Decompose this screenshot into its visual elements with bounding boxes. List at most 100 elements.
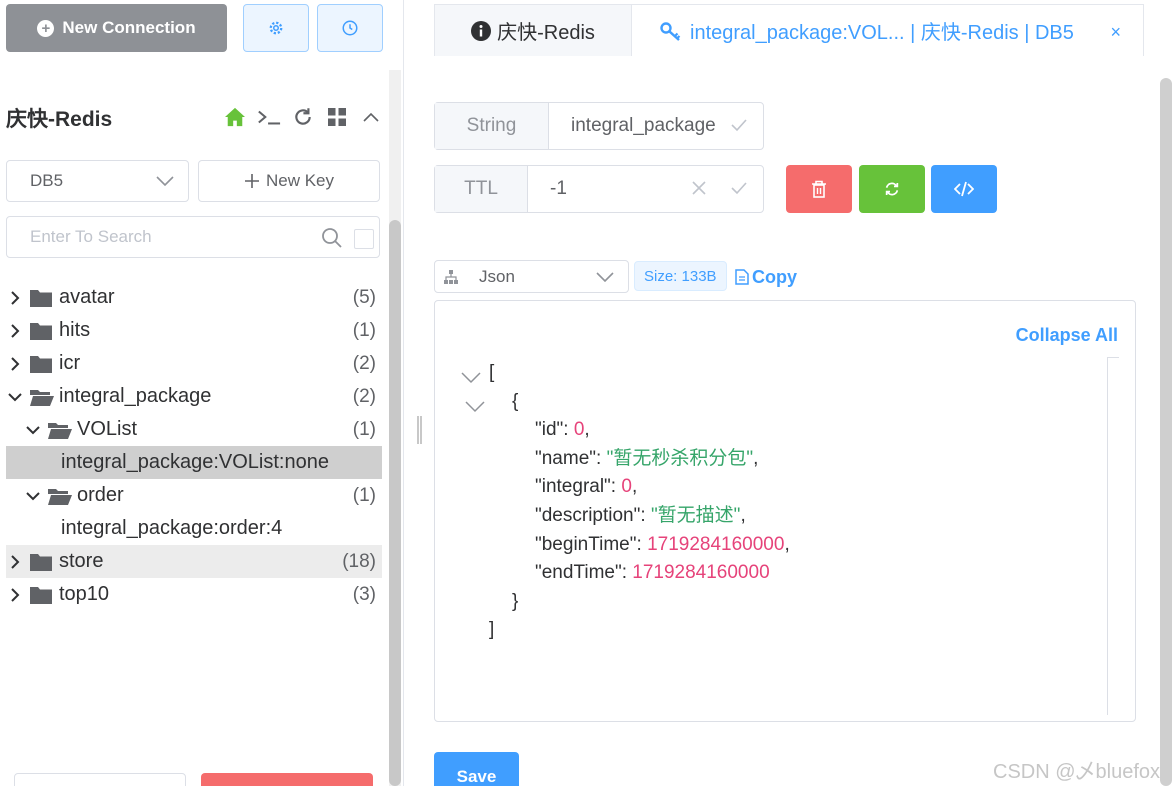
tree-item-count: (18)	[342, 550, 376, 572]
history-button[interactable]	[317, 4, 383, 52]
terminal-icon[interactable]	[257, 104, 281, 130]
tree-item-count: (1)	[352, 319, 376, 341]
editor-ruler	[1107, 357, 1108, 715]
trash-icon	[812, 180, 826, 198]
size-badge: Size: 133B	[634, 261, 727, 291]
tree-folder-item[interactable]: avatar (5)	[6, 281, 382, 314]
tree-folder-item[interactable]: icr (2)	[6, 347, 382, 380]
check-icon[interactable]	[731, 180, 747, 196]
refresh-key-button[interactable]	[859, 165, 925, 213]
detail-scrollbar[interactable]	[1160, 78, 1172, 786]
json-token: ]	[489, 619, 495, 641]
tree-key-item[interactable]: integral_package:order:4	[6, 512, 382, 545]
tree-key-item[interactable]: integral_package:VOList:none	[6, 446, 382, 479]
key-name-input[interactable]: integral_package	[549, 103, 763, 149]
chevron-up-icon[interactable]	[359, 104, 383, 130]
key-search-input[interactable]	[30, 227, 310, 247]
tree-item-count: (2)	[352, 385, 376, 407]
json-token: "endTime":	[535, 562, 633, 584]
tree-item-label: order	[77, 484, 124, 506]
json-token: }	[512, 590, 519, 612]
tree-folder-item[interactable]: top10 (3)	[6, 578, 382, 611]
tree-item-count: (2)	[352, 352, 376, 374]
json-token: [	[489, 362, 495, 383]
load-all-button[interactable]	[201, 773, 373, 786]
chevron-down-icon[interactable]	[6, 388, 24, 406]
chevron-right-icon[interactable]	[6, 553, 24, 571]
settings-button[interactable]	[243, 4, 309, 52]
chevron-right-icon[interactable]	[6, 322, 24, 340]
search-icon[interactable]	[321, 227, 343, 249]
tree-item-count: (3)	[352, 583, 376, 605]
folder-open-icon	[29, 387, 55, 407]
chevron-down-icon[interactable]	[24, 421, 42, 439]
db-select[interactable]: DB5	[6, 160, 189, 202]
tab-connection-info[interactable]: 庆快-Redis	[434, 4, 632, 56]
gear-icon	[269, 21, 283, 35]
tab-key-detail[interactable]: integral_package:VOL... | 庆快-Redis | DB5…	[632, 4, 1144, 56]
tree-folder-item[interactable]: store (18)	[6, 545, 382, 578]
tree-folder-item[interactable]: VOList (1)	[6, 413, 382, 446]
refresh-icon	[885, 182, 899, 196]
key-type-label: String	[435, 103, 549, 149]
chevron-right-icon[interactable]	[6, 355, 24, 373]
collapse-all-button[interactable]: Collapse All	[1016, 325, 1118, 346]
refresh-icon[interactable]	[291, 104, 315, 130]
fold-toggle-icon[interactable]	[465, 394, 485, 423]
json-number: 0	[621, 476, 632, 498]
tree-folder-item[interactable]: integral_package (2)	[6, 380, 382, 413]
ttl-input[interactable]: -1	[528, 166, 763, 212]
format-select[interactable]: Json	[434, 260, 629, 293]
chevron-right-icon[interactable]	[6, 289, 24, 307]
tree-item-count: (5)	[352, 286, 376, 308]
chevron-down-icon	[156, 176, 174, 186]
key-icon	[660, 21, 681, 41]
key-name-field: String integral_package	[434, 102, 764, 150]
json-editor[interactable]: Collapse All [{"id": 0, "name": "暂无秒杀积分包"…	[434, 300, 1136, 722]
folder-icon	[29, 354, 55, 374]
load-more-button[interactable]	[14, 773, 186, 786]
delete-key-button[interactable]	[786, 165, 852, 213]
tree-item-count: (1)	[352, 418, 376, 440]
tab-key-detail-label: integral_package:VOL... | 庆快-Redis | DB5	[690, 22, 1074, 44]
tree-item-label: integral_package:order:4	[61, 517, 283, 539]
connection-sidebar: + New Connection 庆快-Redis DB5 New Key En…	[0, 0, 404, 786]
json-token: "beginTime":	[535, 533, 648, 555]
new-connection-label: New Connection	[62, 18, 196, 37]
check-icon[interactable]	[731, 117, 747, 133]
clear-icon[interactable]	[691, 180, 707, 196]
tab-bar: 庆快-Redis integral_package:VOL... | 庆快-Re…	[434, 4, 1144, 56]
tree-item-label: avatar	[59, 286, 115, 308]
json-token: "id":	[535, 419, 574, 441]
grid-icon[interactable]	[325, 104, 349, 130]
new-connection-button[interactable]: + New Connection	[6, 4, 227, 52]
save-button[interactable]: Save	[434, 752, 519, 786]
plus-circle-icon: +	[37, 19, 55, 37]
json-token: {	[512, 390, 519, 412]
watermark: CSDN @乄bluefox	[993, 761, 1161, 783]
tab-connection-info-label: 庆快-Redis	[497, 22, 595, 44]
copy-button[interactable]: Copy	[735, 263, 797, 291]
tree-folder-item[interactable]: order (1)	[6, 479, 382, 512]
sidebar-scrollbar-thumb[interactable]	[389, 220, 401, 786]
folder-icon	[29, 552, 55, 572]
json-string: "暂无描述"	[650, 504, 741, 526]
json-number: 1719284160000	[632, 562, 770, 584]
home-icon[interactable]	[223, 104, 247, 130]
chevron-right-icon[interactable]	[6, 586, 24, 604]
connection-title: 庆快-Redis	[6, 108, 113, 131]
key-detail-panel: 庆快-Redis integral_package:VOL... | 庆快-Re…	[404, 0, 1174, 786]
close-icon[interactable]: ×	[1110, 22, 1121, 43]
tree-folder-item[interactable]: hits (1)	[6, 314, 382, 347]
view-code-button[interactable]	[931, 165, 997, 213]
json-token: "integral":	[535, 476, 622, 498]
format-select-value: Json	[479, 266, 515, 286]
fold-toggle-icon[interactable]	[461, 365, 481, 394]
folder-icon	[29, 321, 55, 341]
chevron-down-icon[interactable]	[24, 487, 42, 505]
key-tree: avatar (5) hits (1) icr (2) integral_package (2…	[6, 281, 382, 611]
exact-search-checkbox[interactable]	[354, 229, 374, 249]
key-search	[6, 216, 380, 258]
tree-item-label: icr	[59, 352, 81, 374]
new-key-button[interactable]: New Key	[198, 160, 380, 202]
